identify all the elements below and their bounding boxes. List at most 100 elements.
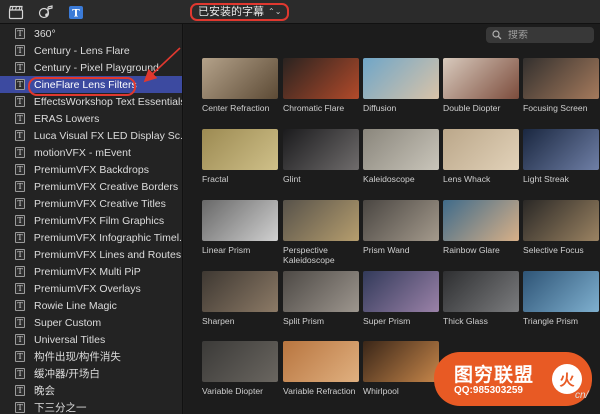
toolbar: T 已安装的字幕 ⌃⌄ xyxy=(0,0,600,24)
effect-tile[interactable]: Light Streak xyxy=(523,129,600,189)
search-icon xyxy=(492,30,502,40)
effect-tile[interactable]: Chromatic Flare xyxy=(283,58,361,118)
effect-thumbnail xyxy=(283,341,359,382)
sidebar-item[interactable]: T Century - Pixel Playground xyxy=(0,59,182,76)
effect-tile-label: Focusing Screen xyxy=(523,103,588,113)
effect-thumbnail xyxy=(523,129,599,170)
sidebar-item[interactable]: T PremiumVFX Creative Borders xyxy=(0,178,182,195)
sidebar-item[interactable]: T PremiumVFX Infographic Timel... xyxy=(0,229,183,246)
effect-tile-label: Double Diopter xyxy=(443,103,501,113)
title-template-icon: T xyxy=(15,45,25,56)
effect-tile-label: Kaleidoscope xyxy=(363,174,415,184)
effect-thumbnail xyxy=(283,129,359,170)
sidebar-item[interactable]: T ERAS Lowers xyxy=(0,110,182,127)
effect-tile[interactable]: Rainbow Glare xyxy=(443,200,521,260)
sidebar-item[interactable]: T PremiumVFX Creative Titles xyxy=(0,195,182,212)
title-template-icon: T xyxy=(15,249,25,260)
clapperboard-icon[interactable] xyxy=(8,4,24,20)
effect-tile[interactable]: Variable Diopter xyxy=(202,341,280,401)
effect-tile[interactable]: Split Prism xyxy=(283,271,361,331)
sidebar-item[interactable]: T PremiumVFX Lines and Routes xyxy=(0,246,182,263)
effect-tile[interactable]: Thick Glass xyxy=(443,271,521,331)
effect-thumbnail xyxy=(283,200,359,241)
sidebar-item[interactable]: T 360° xyxy=(0,25,182,42)
sidebar-item-label: Century - Lens Flare xyxy=(34,44,130,57)
sidebar-item-label: 360° xyxy=(34,27,56,40)
title-template-icon: T xyxy=(15,181,25,192)
effect-thumbnail xyxy=(363,200,439,241)
sidebar-item[interactable]: T 构件出现/构件消失 xyxy=(0,348,182,365)
sidebar-item-label: PremiumVFX Backdrops xyxy=(34,163,149,176)
library-select[interactable]: 已安装的字幕 ⌃⌄ xyxy=(190,3,290,21)
effect-tile[interactable]: Selective Focus xyxy=(523,200,600,260)
effect-tile-label: Prism Wand xyxy=(363,245,410,255)
sidebar-item-label: 下三分之一 xyxy=(34,402,87,414)
sidebar-item-label: Super Custom xyxy=(34,316,102,329)
effect-tile[interactable]: Sharpen xyxy=(202,271,280,331)
effect-tile[interactable]: Variable Refraction xyxy=(283,341,361,401)
sidebar-item[interactable]: T Rowie Line Magic xyxy=(0,297,182,314)
sidebar-item-label: PremiumVFX Film Graphics xyxy=(34,214,165,227)
photos-music-icon[interactable] xyxy=(38,4,54,20)
sidebar-item-label: PremiumVFX Multi PiP xyxy=(34,265,141,278)
search-field[interactable] xyxy=(486,27,594,43)
effect-tile[interactable]: Whirlpool xyxy=(363,341,441,401)
sidebar-item[interactable]: T PremiumVFX Overlays xyxy=(0,280,182,297)
title-template-icon: T xyxy=(15,28,25,39)
effect-tile[interactable]: Linear Prism xyxy=(202,200,280,260)
sidebar-item[interactable]: T 缓冲器/开场白 xyxy=(0,365,182,382)
watermark-qq: QQ:985303259 xyxy=(454,385,523,396)
sidebar-item[interactable]: T Super Custom xyxy=(0,314,182,331)
effect-thumbnail xyxy=(363,271,439,312)
sidebar-item[interactable]: TmotionVFX - mEvent xyxy=(0,144,182,161)
sidebar-item-label: Rowie Line Magic xyxy=(34,299,117,312)
sidebar-item[interactable]: T Universal Titles xyxy=(0,331,182,348)
sidebar-item-label: ERAS Lowers xyxy=(34,112,100,125)
effect-tile[interactable]: Double Diopter xyxy=(443,58,521,118)
effect-tile[interactable]: Lens Whack xyxy=(443,129,521,189)
watermark-badge: 图穷联盟 QQ:985303259 火 xyxy=(434,352,592,406)
search-input[interactable] xyxy=(508,29,588,41)
title-template-icon: T xyxy=(15,368,25,379)
title-template-icon: T xyxy=(15,215,25,226)
effect-thumbnail xyxy=(202,200,278,241)
effect-thumbnail xyxy=(283,271,359,312)
effect-tile[interactable]: Triangle Prism xyxy=(523,271,600,331)
effect-thumbnail xyxy=(363,341,439,382)
effect-tile[interactable]: Focusing Screen xyxy=(523,58,600,118)
title-template-icon: T xyxy=(15,62,25,73)
effect-tile-label: Perspective Kaleidoscope xyxy=(283,245,335,265)
sidebar-item[interactable]: T 晚会 xyxy=(0,382,182,399)
sidebar-item-label: PremiumVFX Infographic Timel... xyxy=(33,231,183,244)
title-template-icon: T xyxy=(15,317,25,328)
effect-thumbnail xyxy=(523,200,599,241)
sidebar-item[interactable]: T PremiumVFX Multi PiP xyxy=(0,263,182,280)
sidebar-item-label: PremiumVFX Creative Borders xyxy=(34,180,179,193)
sidebar-item[interactable]: T PremiumVFX Film Graphics xyxy=(0,212,182,229)
effect-tile[interactable]: Fractal xyxy=(202,129,280,189)
sidebar-item-label: PremiumVFX Creative Titles xyxy=(34,197,166,210)
effect-thumbnail xyxy=(443,58,519,99)
effect-tile[interactable]: Kaleidoscope xyxy=(363,129,441,189)
highlight-oval xyxy=(28,77,136,96)
sidebar-item-label: Century - Pixel Playground xyxy=(34,61,159,74)
sidebar-item[interactable]: T Century - Lens Flare xyxy=(0,42,182,59)
sidebar-item[interactable]: T 下三分之一 xyxy=(0,399,182,414)
effect-tile[interactable]: Prism Wand xyxy=(363,200,441,260)
effect-tile-label: Rainbow Glare xyxy=(443,245,500,255)
effect-tile[interactable]: Perspective Kaleidoscope xyxy=(283,200,361,265)
sidebar-item[interactable]: T Luca Visual FX LED Display Sc... xyxy=(0,127,182,144)
effect-tile[interactable]: Super Prism xyxy=(363,271,441,331)
title-template-icon: T xyxy=(15,266,25,277)
title-template-icon: T xyxy=(15,351,25,362)
title-template-icon: T xyxy=(15,164,25,175)
effect-tile[interactable]: Center Refraction xyxy=(202,58,280,118)
sidebar-item[interactable]: T PremiumVFX Backdrops xyxy=(0,161,182,178)
effect-tile[interactable]: Glint xyxy=(283,129,361,189)
effect-tile-label: Diffusion xyxy=(363,103,397,113)
effect-tile[interactable]: Diffusion xyxy=(363,58,441,118)
effect-tile-label: Split Prism xyxy=(283,316,325,326)
effect-tile-label: Light Streak xyxy=(523,174,569,184)
sidebar-item-label: PremiumVFX Lines and Routes xyxy=(34,248,182,261)
titles-icon[interactable]: T xyxy=(68,4,84,20)
